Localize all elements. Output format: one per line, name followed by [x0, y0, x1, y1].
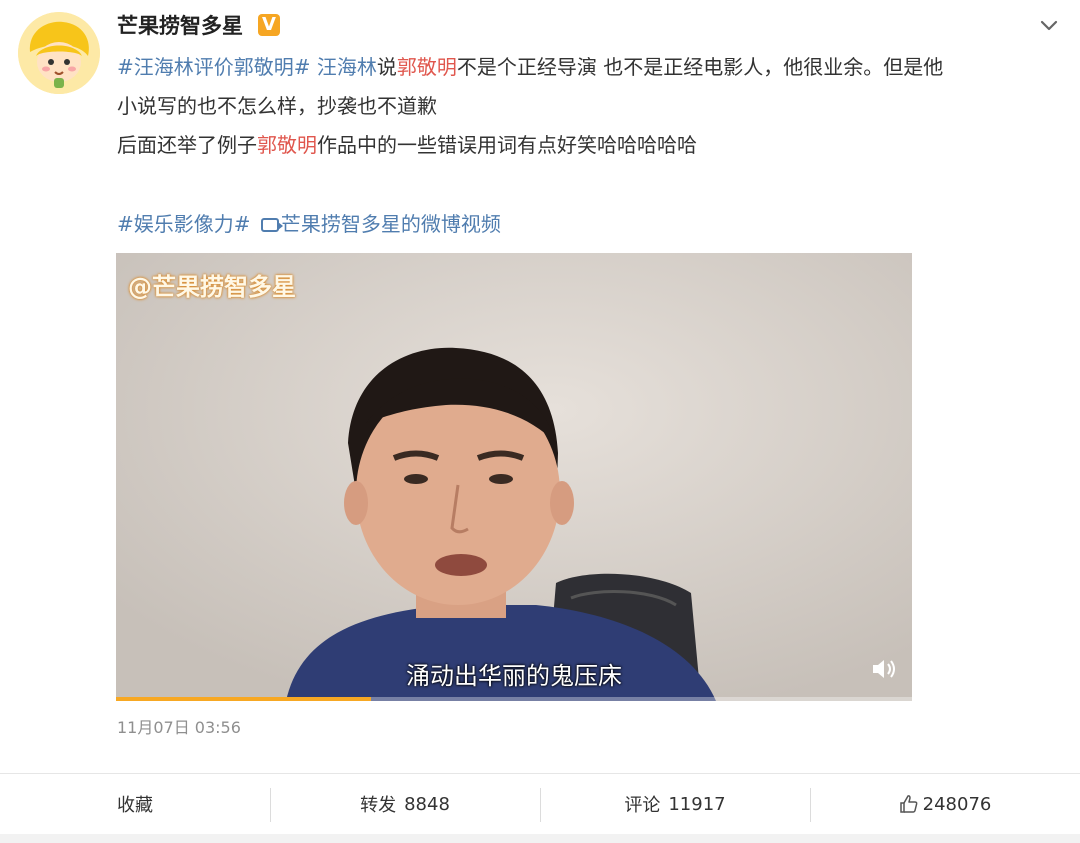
volume-icon[interactable] — [870, 657, 898, 681]
highlight-keyword[interactable]: 郭敬明 — [397, 55, 457, 79]
post-body-line-1: #汪海林评价郭敬明# 汪海林说郭敬明不是个正经导演 也不是正经电影人，他很业余。… — [117, 48, 1047, 87]
user-link[interactable]: 汪海林 — [317, 55, 377, 79]
avatar[interactable] — [18, 12, 100, 94]
bottom-spacer — [0, 834, 1080, 843]
username[interactable]: 芒果捞智多星 — [117, 9, 243, 43]
highlight-keyword[interactable]: 郭敬明 — [257, 133, 317, 157]
video-progress-bar[interactable] — [116, 697, 912, 701]
repost-button[interactable]: 转发 8848 — [270, 774, 540, 834]
video-source-link[interactable]: 芒果捞智多星的微博视频 — [281, 212, 501, 236]
like-count: 248076 — [922, 793, 992, 815]
post-body-line-3: 后面还举了例子郭敬明作品中的一些错误用词有点好笑哈哈哈哈哈 — [117, 126, 1047, 165]
video-watermark: @芒果捞智多星 — [128, 273, 296, 301]
post-body: #汪海林评价郭敬明# 汪海林说郭敬明不是个正经导演 也不是正经电影人，他很业余。… — [117, 48, 1047, 165]
body-text: 作品中的一些错误用词有点好笑哈哈哈哈哈 — [317, 133, 697, 157]
repost-count: 8848 — [404, 793, 450, 815]
video-player[interactable]: @芒果捞智多星 涌动出华丽的鬼压床 — [116, 253, 912, 701]
comment-label: 评论 — [624, 795, 661, 816]
topic-and-source-line: #娱乐影像力# 芒果捞智多星的微博视频 — [117, 205, 501, 244]
favorite-label: 收藏 — [117, 795, 153, 816]
hashtag-link[interactable]: #汪海林评价郭敬明# — [117, 55, 311, 79]
favorite-button[interactable]: 收藏 — [0, 774, 270, 834]
comment-count: 11917 — [668, 793, 726, 815]
body-text: 不是个正经导演 也不是正经电影人，他很业余。但是他 — [456, 55, 944, 79]
like-button[interactable]: 248076 — [810, 774, 1080, 834]
post-timestamp[interactable]: 11月07日 03:56 — [117, 716, 241, 740]
video-subtitle: 涌动出华丽的鬼压床 — [406, 662, 622, 690]
chevron-down-icon[interactable] — [1038, 14, 1060, 36]
post-body-line-2: 小说写的也不怎么样，抄袭也不道歉 — [117, 94, 437, 118]
avatar-cartoon-icon — [18, 12, 100, 94]
body-text: 后面还举了例子 — [117, 133, 257, 157]
action-bar: 收藏 转发 8848 评论 11917 248076 — [0, 774, 1080, 834]
video-frame — [116, 253, 912, 701]
video-camera-icon — [260, 218, 283, 232]
topic-tag-link[interactable]: #娱乐影像力# — [117, 212, 251, 236]
repost-label: 转发 — [360, 795, 397, 816]
verified-badge-icon: V — [258, 14, 280, 36]
comment-button[interactable]: 评论 11917 — [540, 774, 810, 834]
body-text: 说 — [376, 55, 397, 79]
video-progress-fill — [116, 697, 371, 701]
thumbs-up-icon — [899, 795, 918, 813]
